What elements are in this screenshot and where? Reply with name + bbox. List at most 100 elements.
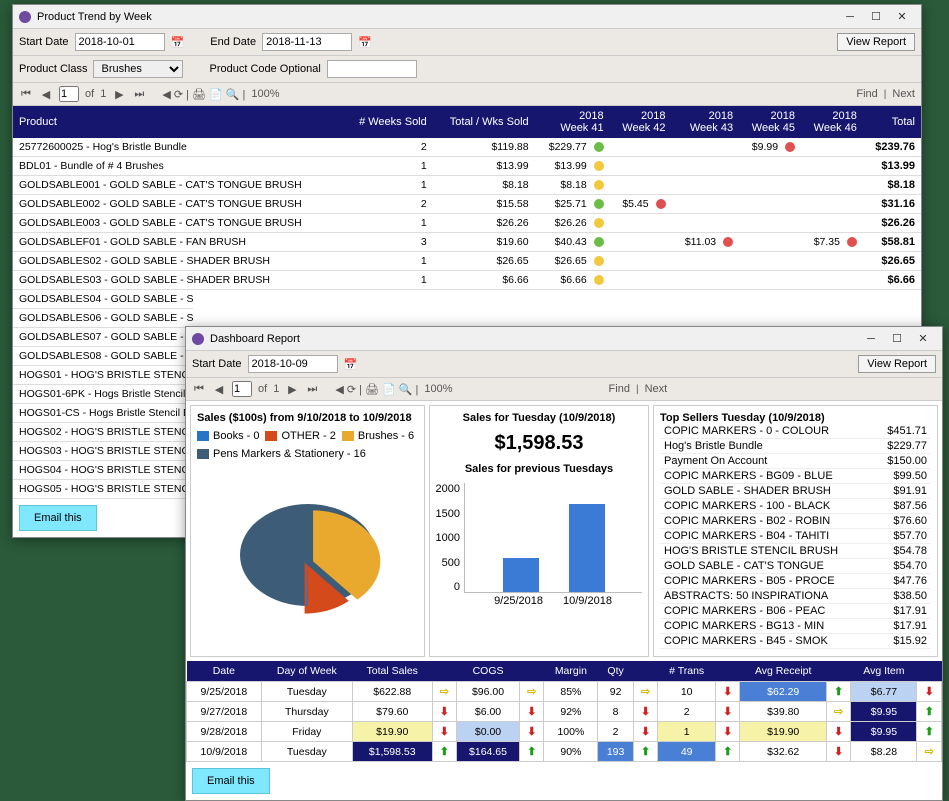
maximize-button[interactable]: ☐: [884, 329, 910, 349]
list-item[interactable]: Hog's Bristle Bundle$229.77: [660, 439, 931, 454]
filter-toolbar: Start Date 📅 View Report: [186, 351, 942, 378]
list-item[interactable]: Payment On Account$150.00: [660, 454, 931, 469]
next-page-icon[interactable]: ▶: [285, 383, 299, 396]
close-button[interactable]: ✕: [910, 329, 936, 349]
product-code-label: Product Code Optional: [209, 63, 320, 75]
table-row[interactable]: GOLDSABLE002 - GOLD SABLE - CAT'S TONGUE…: [13, 195, 921, 214]
table-row[interactable]: GOLDSABLE001 - GOLD SABLE - CAT'S TONGUE…: [13, 176, 921, 195]
page-total: 1: [100, 88, 106, 100]
page-input[interactable]: [232, 381, 252, 397]
titlebar[interactable]: Product Trend by Week ─ ☐ ✕: [13, 5, 921, 29]
report-nav-bar: ⏮ ◀ of 1 ▶ ⏭ ◀ ⟳ | 🖨 📄 🔍 | 100% Find | N…: [13, 83, 921, 106]
minimize-button[interactable]: ─: [837, 7, 863, 27]
start-date-label: Start Date: [19, 36, 69, 48]
list-item[interactable]: COPIC MARKERS - BG13 - MIN$17.91: [660, 619, 931, 634]
calendar-icon[interactable]: 📅: [344, 358, 358, 371]
table-row[interactable]: 9/27/2018Thursday$79.60⬇$6.00⬇92%8⬇2⬇$39…: [187, 702, 942, 722]
prev-page-icon[interactable]: ◀: [212, 383, 226, 396]
maximize-button[interactable]: ☐: [863, 7, 889, 27]
summary-table: DateDay of WeekTotal SalesCOGSMarginQty#…: [186, 661, 942, 762]
product-class-label: Product Class: [19, 63, 87, 75]
first-page-icon[interactable]: ⏮: [19, 88, 33, 101]
next-page-icon[interactable]: ▶: [112, 88, 126, 101]
list-item[interactable]: ABSTRACTS: 50 INSPIRATIONA$38.50: [660, 589, 931, 604]
list-item[interactable]: COPIC MARKERS - BG09 - BLUE$99.50: [660, 469, 931, 484]
table-row[interactable]: HOGS02 - HOG'S BRISTLE STENCIL: [13, 423, 193, 442]
end-date-input[interactable]: [262, 33, 352, 51]
filter-toolbar: Start Date 📅 End Date 📅 View Report: [13, 29, 921, 56]
table-row[interactable]: GOLDSABLES08 - GOLD SABLE - S: [13, 347, 193, 366]
product-code-input[interactable]: [327, 60, 417, 78]
find-next-link[interactable]: Next: [892, 88, 915, 100]
calendar-icon[interactable]: 📅: [358, 36, 372, 49]
bar-chart: [464, 483, 642, 593]
table-row[interactable]: HOGS05 - HOG'S BRISTLE STENCIL: [13, 480, 193, 499]
start-date-input[interactable]: [75, 33, 165, 51]
list-item[interactable]: COPIC MARKERS - B05 - PROCE$47.76: [660, 574, 931, 589]
view-report-button[interactable]: View Report: [858, 355, 936, 373]
table-row[interactable]: HOGS01 - HOG'S BRISTLE STENCIL: [13, 366, 193, 385]
list-item[interactable]: COPIC MARKERS - B04 - TAHITI$57.70: [660, 529, 931, 544]
table-row[interactable]: BDL01 - Bundle of # 4 Brushes1$13.99$13.…: [13, 157, 921, 176]
list-item[interactable]: HOG'S BRISTLE STENCIL BRUSH$54.78: [660, 544, 931, 559]
table-row[interactable]: GOLDSABLEF01 - GOLD SABLE - FAN BRUSH3$1…: [13, 233, 921, 252]
list-item[interactable]: COPIC MARKERS - 0 - COLOUR$451.71: [660, 424, 931, 439]
prev-page-icon[interactable]: ◀: [39, 88, 53, 101]
app-icon: [192, 333, 204, 345]
filter-toolbar-2: Product Class Brushes Product Code Optio…: [13, 56, 921, 83]
table-row[interactable]: HOGS03 - HOG'S BRISTLE STENCIL: [13, 442, 193, 461]
table-row[interactable]: GOLDSABLES02 - GOLD SABLE - SHADER BRUSH…: [13, 252, 921, 271]
last-page-icon[interactable]: ⏭: [305, 383, 319, 396]
table-row[interactable]: HOGS01-CS - Hogs Bristle Stencil Br: [13, 404, 193, 423]
page-total: 1: [273, 383, 279, 395]
table-row[interactable]: GOLDSABLES04 - GOLD SABLE - S: [13, 290, 193, 309]
legend-item: OTHER - 2: [265, 430, 335, 442]
email-this-button[interactable]: Email this: [19, 505, 97, 531]
table-row[interactable]: GOLDSABLES03 - GOLD SABLE - SHADER BRUSH…: [13, 271, 921, 290]
table-row[interactable]: 10/9/2018Tuesday$1,598.53⬆$164.65⬆90%193…: [187, 742, 942, 762]
find-link[interactable]: Find: [856, 88, 877, 100]
zoom-level[interactable]: 100%: [424, 383, 452, 395]
titlebar[interactable]: Dashboard Report ─ ☐ ✕: [186, 327, 942, 351]
find-next-link[interactable]: Next: [645, 383, 668, 395]
start-date-input[interactable]: [248, 355, 338, 373]
list-item[interactable]: COPIC MARKERS - B06 - PEAC$17.91: [660, 604, 931, 619]
calendar-icon[interactable]: 📅: [171, 36, 185, 49]
app-icon: [19, 11, 31, 23]
list-item[interactable]: COPIC MARKERS - 100 - BLACK$87.56: [660, 499, 931, 514]
panel-title: Top Sellers Tuesday (10/9/2018): [660, 412, 825, 424]
dashboard-window: Dashboard Report ─ ☐ ✕ Start Date 📅 View…: [185, 326, 943, 801]
end-date-label: End Date: [210, 36, 256, 48]
find-link[interactable]: Find: [609, 383, 630, 395]
list-item[interactable]: COPIC MARKERS - B02 - ROBIN$76.60: [660, 514, 931, 529]
bar: [503, 558, 539, 592]
email-this-button[interactable]: Email this: [192, 768, 270, 794]
bar-label: 9/25/2018: [494, 595, 543, 607]
view-report-button[interactable]: View Report: [837, 33, 915, 51]
today-sales-value: $1,598.53: [436, 432, 642, 455]
window-title: Product Trend by Week: [37, 11, 837, 23]
list-item[interactable]: COPIC MARKERS - B45 - SMOK$15.92: [660, 634, 931, 649]
table-row[interactable]: 9/25/2018Tuesday$622.88⇨$96.00⇨85%92⇨10⬇…: [187, 682, 942, 702]
minimize-button[interactable]: ─: [858, 329, 884, 349]
table-row[interactable]: 9/28/2018Friday$19.90⬇$0.00⬇100%2⬇1⬇$19.…: [187, 722, 942, 742]
product-class-select[interactable]: Brushes: [93, 60, 183, 78]
table-row[interactable]: 25772600025 - Hog's Bristle Bundle2$119.…: [13, 138, 921, 157]
list-item[interactable]: GOLD SABLE - CAT'S TONGUE$54.70: [660, 559, 931, 574]
report-nav-bar: ⏮ ◀ of 1 ▶ ⏭ ◀ ⟳ | 🖨 📄 🔍 | 100% Find | N…: [186, 378, 942, 401]
table-row[interactable]: GOLDSABLES06 - GOLD SABLE - S: [13, 309, 193, 328]
product-trend-table: Product# Weeks SoldTotal / Wks Sold2018W…: [13, 106, 921, 290]
first-page-icon[interactable]: ⏮: [192, 383, 206, 396]
last-page-icon[interactable]: ⏭: [132, 88, 146, 101]
zoom-level[interactable]: 100%: [251, 88, 279, 100]
top-sellers-panel: Top Sellers Tuesday (10/9/2018) COPIC MA…: [653, 405, 938, 657]
table-row[interactable]: GOLDSABLE003 - GOLD SABLE - CAT'S TONGUE…: [13, 214, 921, 233]
table-row[interactable]: HOGS04 - HOG'S BRISTLE STENCIL: [13, 461, 193, 480]
panel-title: Sales ($100s) from 9/10/2018 to 10/9/201…: [197, 412, 412, 424]
page-input[interactable]: [59, 86, 79, 102]
dashboard-body: Sales ($100s) from 9/10/2018 to 10/9/201…: [186, 401, 942, 661]
table-row[interactable]: HOGS01-6PK - Hogs Bristle Stencil B: [13, 385, 193, 404]
close-button[interactable]: ✕: [889, 7, 915, 27]
table-row[interactable]: GOLDSABLES07 - GOLD SABLE - S: [13, 328, 193, 347]
list-item[interactable]: GOLD SABLE - SHADER BRUSH$91.91: [660, 484, 931, 499]
